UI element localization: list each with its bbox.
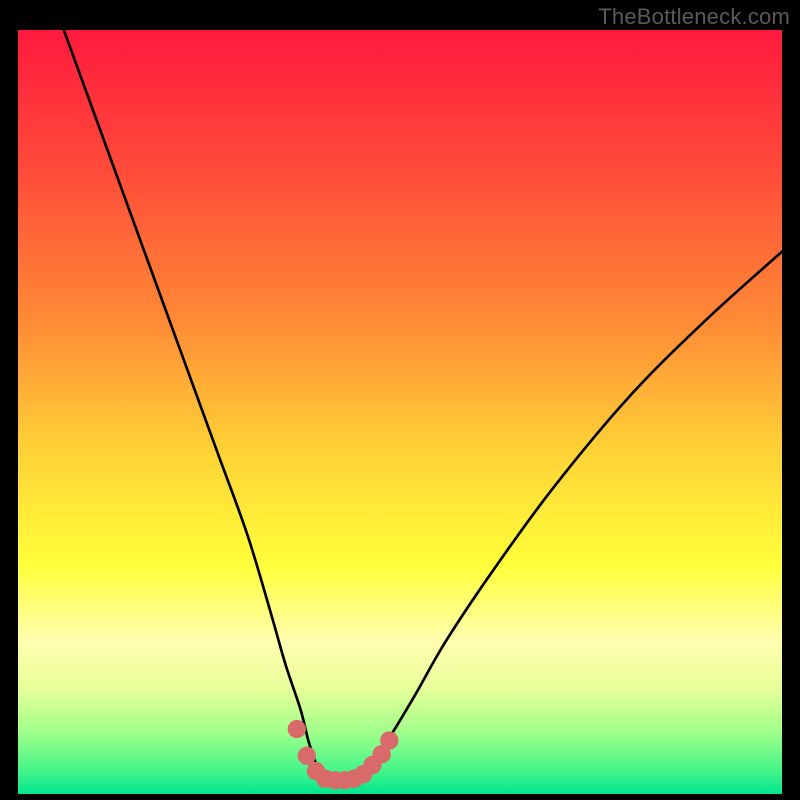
- trough-marker: [298, 747, 316, 765]
- chart-frame: TheBottleneck.com: [0, 0, 800, 800]
- watermark-text: TheBottleneck.com: [598, 4, 790, 30]
- trough-marker: [380, 731, 398, 749]
- chart-svg: [18, 30, 782, 794]
- gradient-background: [18, 30, 782, 794]
- trough-marker: [288, 720, 306, 738]
- plot-area: [18, 30, 782, 794]
